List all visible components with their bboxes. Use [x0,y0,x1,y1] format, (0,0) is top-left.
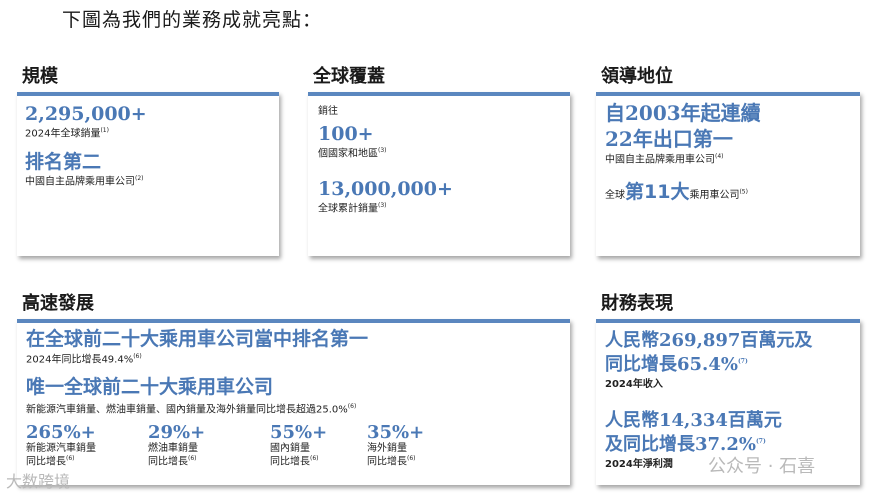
scale-card: 2,295,000+ 2024年全球銷量(1) 排名第二 中國自主品牌乘用車公司… [17,92,279,256]
coverage-title: 全球覆蓋 [313,66,385,87]
growth-stat: 265%+ 新能源汽車銷量 同比增長(6) [26,422,96,468]
coverage-countries-caption: 個國家和地區(3) [318,147,387,160]
growth-caption1: 2024年同比增長49.4%(6) [26,353,142,366]
growth-headline1: 在全球前二十大乘用車公司當中排名第一 [26,328,369,350]
leadership-line2: 22年出口第一 [605,127,733,151]
growth-stat: 35%+ 海外銷量 同比增長(6) [367,422,425,468]
growth-card: 在全球前二十大乘用車公司當中排名第一 2024年同比增長49.4%(6) 唯一全… [17,319,570,485]
scale-rank-caption: 中國自主品牌乘用車公司(2) [25,175,144,188]
coverage-pre: 銷往 [318,106,338,117]
coverage-countries-value: 100+ [318,123,374,145]
growth-title: 高速發展 [22,293,94,314]
leadership-rank-line: 全球第11大乘用車公司(5) [605,181,748,203]
growth-caption2: 新能源汽車銷量、燃油車銷量、國內銷量及海外銷量同比增長超過25.0%(6) [26,403,357,416]
scale-sales-caption: 2024年全球銷量(1) [25,127,109,140]
growth-headline2: 唯一全球前二十大乘用車公司 [26,376,274,398]
scale-sales-value: 2,295,000+ [25,103,147,125]
finance-profit-caption: 2024年淨利潤 [605,459,673,470]
intro-text: 下圖為我們的業務成就亮點： [62,9,323,31]
leadership-caption1: 中國自主品牌乘用車公司(4) [605,153,724,166]
finance-revenue-line2: 同比增長65.4%(7) [605,354,748,375]
finance-profit-line1: 人民幣14,334百萬元 [605,410,782,431]
leadership-card: 自2003年起連續 22年出口第一 中國自主品牌乘用車公司(4) 全球第11大乘… [596,92,860,256]
watermark-left: 大数跨境 [6,472,71,491]
scale-rank-value: 排名第二 [25,151,102,173]
leadership-title: 領導地位 [601,66,673,87]
coverage-cumulative-value: 13,000,000+ [318,178,453,200]
coverage-card: 銷往 100+ 個國家和地區(3) 13,000,000+ 全球累計銷量(3) [308,92,570,256]
finance-revenue-line1: 人民幣269,897百萬元及 [605,330,813,351]
coverage-cumulative-caption: 全球累計銷量(3) [318,202,387,215]
leadership-line1: 自2003年起連續 [605,101,761,125]
finance-title: 財務表現 [601,293,673,314]
watermark-right: 公众号 · 石喜 [708,456,816,477]
growth-stat: 55%+ 國內銷量 同比增長(6) [270,422,328,468]
scale-title: 規模 [22,66,58,87]
finance-revenue-caption: 2024年收入 [605,379,663,390]
growth-stat: 29%+ 燃油車銷量 同比增長(6) [148,422,206,468]
